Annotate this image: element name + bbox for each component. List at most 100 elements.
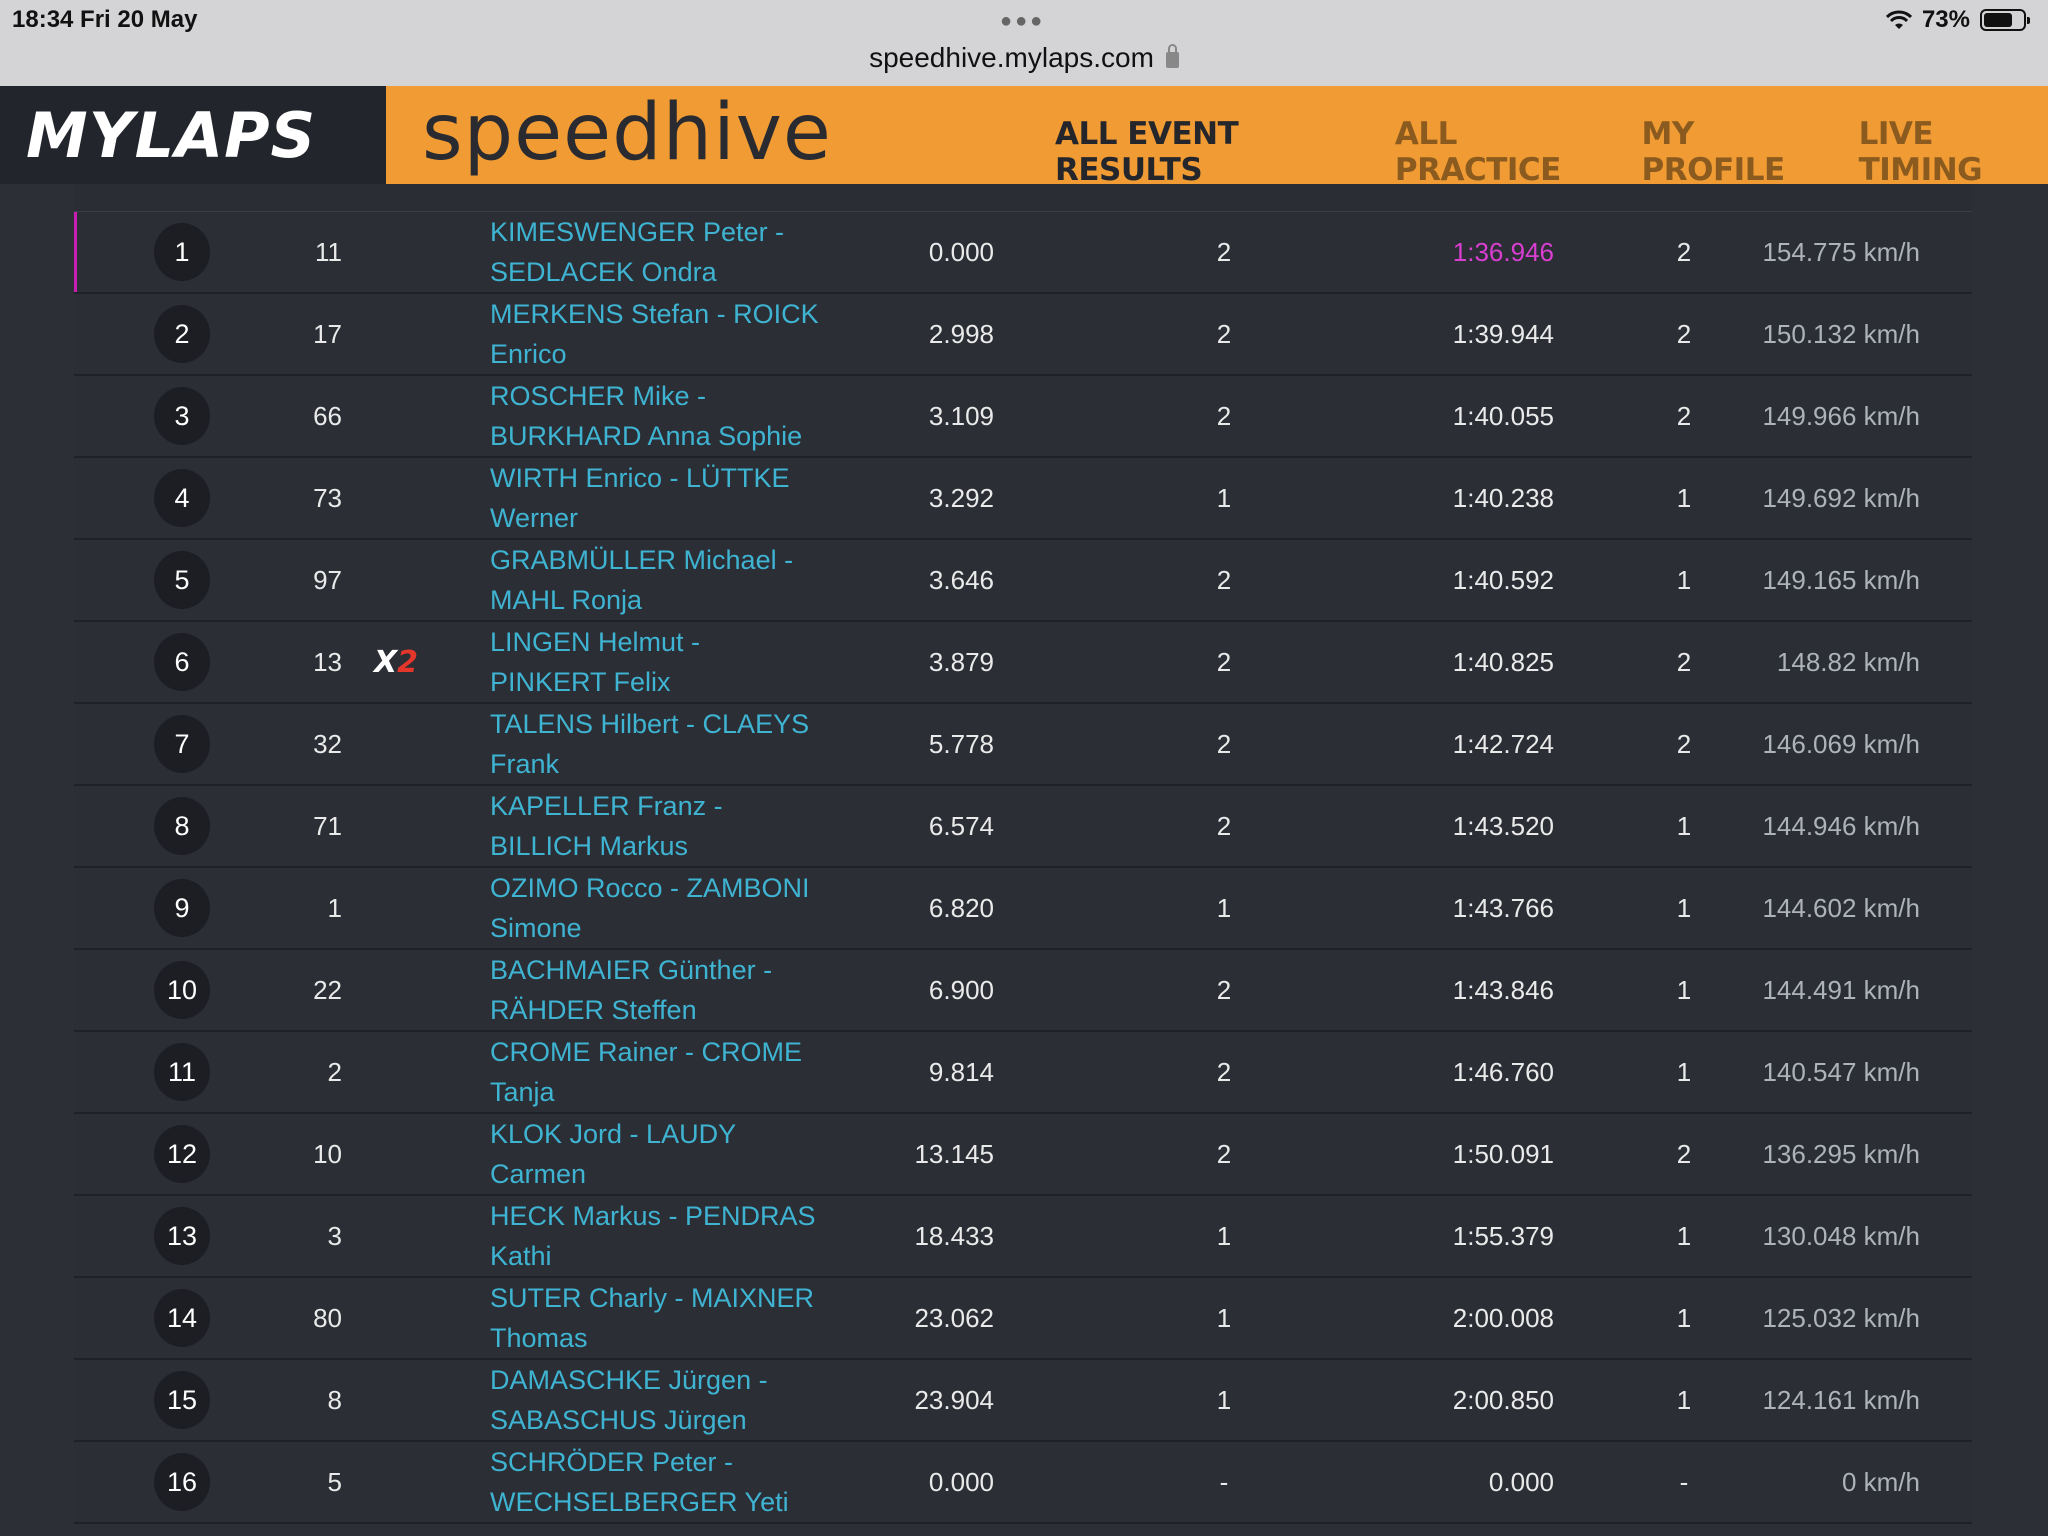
table-row[interactable]: 11 2 CROME Rainer - CROME Tanja 9.814 2 1:46.7… [74,1032,1972,1114]
table-row[interactable]: 8 71 KAPELLER Franz - BILLICH Markus 6.574 2 1… [74,786,1972,868]
table-row[interactable]: 6 13 X 2 LINGEN Helmut - PINKERT Felix 3.879 2 1… [74,622,1972,704]
table-row[interactable]: 2 17 MERKENS Stefan - ROICK Enrico 2.998 2 1:3… [74,294,1972,376]
position-badge: 10 [154,961,210,1019]
driver-names-link[interactable]: BACHMAIER Günther - RÄHDER Steffen [490,950,890,1030]
speed-cell: 136.295 km/h [1762,1138,1920,1169]
table-row[interactable]: 3 66 ROSCHER Mike - BURKHARD Anna Sophie 3.1… [74,376,1972,458]
driver-names: OZIMO Rocco - ZAMBONI Simone [490,868,810,948]
driver-names-link[interactable]: WIRTH Enrico - LÜTTKE Werner [490,458,890,538]
wifi-icon [1885,10,1912,29]
driver-names: TALENS Hilbert - CLAEYS Frank [490,704,809,784]
position-cell: 5 [154,540,210,620]
position-cell: 4 [154,458,210,538]
driver-names-link[interactable]: LINGEN Helmut - PINKERT Felix [490,622,890,702]
best-lap-cell: 1:42.724 [1452,728,1554,759]
driver-names-link[interactable]: MERKENS Stefan - ROICK Enrico [490,294,890,374]
table-row[interactable]: 1 11 KIMESWENGER Peter - SEDLACEK Ondra 0.00… [74,212,1972,294]
position-badge: 9 [154,879,210,937]
speedhive-brand[interactable]: speedhive [422,88,832,178]
nav-all-practice[interactable]: ALL PRACTICE [1395,116,1612,188]
table-row[interactable]: 13 3 HECK Markus - PENDRAS Kathi 18.433 1 1:55… [74,1196,1972,1278]
driver-names-link[interactable]: ROSCHER Mike - BURKHARD Anna Sophie [490,376,890,456]
speed-cell: 149.165 km/h [1762,564,1920,595]
driver-names: CROME Rainer - CROME Tanja [490,1032,802,1112]
laps-cell: 2 [1216,564,1232,595]
start-number: 32 [313,728,342,759]
nav-all-event-results[interactable]: ALL EVENT RESULTS [1055,116,1365,188]
battery-icon [1980,9,2030,31]
driver-name-line1: MERKENS Stefan - ROICK [490,299,819,329]
diff-cell: 0.000 [928,236,994,267]
best-lap-cell: 1:40.592 [1452,564,1554,595]
class-tag-x2: X2 [374,622,434,702]
position-cell: 10 [154,950,210,1030]
speed-cell: 0 km/h [1841,1466,1920,1497]
driver-names-link[interactable]: HECK Markus - PENDRAS Kathi [490,1196,890,1276]
start-number: 8 [327,1384,342,1415]
start-number: 17 [313,318,342,349]
driver-names-link[interactable]: SCHRÖDER Peter - WECHSELBERGER Yeti [490,1442,890,1522]
tab-dots-icon[interactable]: ●●● [1000,10,1045,33]
position-badge: 8 [154,797,210,855]
address-bar[interactable]: speedhive.mylaps.com [0,42,2048,74]
table-row[interactable]: 5 97 GRABMÜLLER Michael - MAHL Ronja 3.646 2 1… [74,540,1972,622]
table-row[interactable]: 7 32 TALENS Hilbert - CLAEYS Frank 5.778 2 1:4… [74,704,1972,786]
table-row[interactable]: 10 22 BACHMAIER Günther - RÄHDER Steffen 6.9… [74,950,1972,1032]
best-lap-cell: 1:46.760 [1452,1056,1554,1087]
driver-names-link[interactable]: KAPELLER Franz - BILLICH Markus [490,786,890,866]
driver-name-line1: SUTER Charly - MAIXNER [490,1283,815,1313]
table-row[interactable]: 16 5 SCHRÖDER Peter - WECHSELBERGER Yeti 0.0… [74,1442,1972,1524]
position-badge: 3 [154,387,210,445]
logo-text: MYLAPS [26,98,317,172]
table-row[interactable]: 15 8 DAMASCHKE Jürgen - SABASCHUS Jürgen 23.… [74,1360,1972,1442]
position-badge: 14 [154,1289,210,1347]
table-row[interactable]: 14 80 SUTER Charly - MAIXNER Thomas 23.062 1 2… [74,1278,1972,1360]
driver-names-link[interactable]: SUTER Charly - MAIXNER Thomas [490,1278,890,1358]
driver-name-line1: DAMASCHKE Jürgen - [490,1365,768,1395]
nav-my-profile[interactable]: MY PROFILE [1642,116,1829,188]
laps-cell: 2 [1216,728,1232,759]
driver-names-link[interactable]: KLOK Jord - LAUDY Carmen [490,1114,890,1194]
driver-names: SCHRÖDER Peter - WECHSELBERGER Yeti [490,1442,789,1522]
app-header: MYLAPS speedhive ALL EVENT RESULTS ALL PR… [0,86,2048,188]
position-badge: 16 [154,1453,210,1511]
driver-names-link[interactable]: DAMASCHKE Jürgen - SABASCHUS Jürgen [490,1360,890,1440]
diff-cell: 9.814 [928,1056,994,1087]
driver-names-link[interactable]: TALENS Hilbert - CLAEYS Frank [490,704,890,784]
driver-names-link[interactable]: GRABMÜLLER Michael - MAHL Ronja [490,540,890,620]
laps-cell: 2 [1216,318,1232,349]
laps-cell: 1 [1216,1384,1232,1415]
driver-names-link[interactable]: KIMESWENGER Peter - SEDLACEK Ondra [490,212,890,292]
start-number: 22 [313,974,342,1005]
best-lap-cell: 1:40.238 [1452,482,1554,513]
best-lap-cell: 1:39.944 [1452,318,1554,349]
driver-name-line1: HECK Markus - PENDRAS [490,1201,816,1231]
speed-cell: 149.692 km/h [1762,482,1920,513]
driver-name-line1: GRABMÜLLER Michael - [490,545,794,575]
speed-cell: 154.775 km/h [1762,236,1920,267]
diff-cell: 6.574 [928,810,994,841]
speed-cell: 146.069 km/h [1762,728,1920,759]
position-badge: 4 [154,469,210,527]
table-row[interactable]: 4 73 WIRTH Enrico - LÜTTKE Werner 3.292 1 1:40… [74,458,1972,540]
table-row[interactable]: 9 1 OZIMO Rocco - ZAMBONI Simone 6.820 1 1:43.… [74,868,1972,950]
best-lap-cell: 1:43.520 [1452,810,1554,841]
nav-live-timing[interactable]: LIVE TIMING [1859,116,2048,188]
start-number: 97 [313,564,342,595]
position-cell: 14 [154,1278,210,1358]
driver-names-link[interactable]: OZIMO Rocco - ZAMBONI Simone [490,868,890,948]
mylaps-logo[interactable]: MYLAPS [0,86,386,184]
table-row[interactable]: 12 10 KLOK Jord - LAUDY Carmen 13.145 2 1:50.0… [74,1114,1972,1196]
laps-cell: 1 [1216,1220,1232,1251]
driver-name-line2: Kathi [490,1241,552,1271]
driver-name-line1: TALENS Hilbert - CLAEYS [490,709,810,739]
laps-cell: 2 [1216,974,1232,1005]
position-cell: 2 [154,294,210,374]
driver-name-line2: MAHL Ronja [490,585,643,615]
driver-names-link[interactable]: CROME Rainer - CROME Tanja [490,1032,890,1112]
position-badge: 1 [154,223,210,281]
driver-name-line1: ROSCHER Mike - [490,381,707,411]
laps-cell: 1 [1216,1302,1232,1333]
start-number: 2 [327,1056,342,1087]
diff-cell: 6.820 [928,892,994,923]
